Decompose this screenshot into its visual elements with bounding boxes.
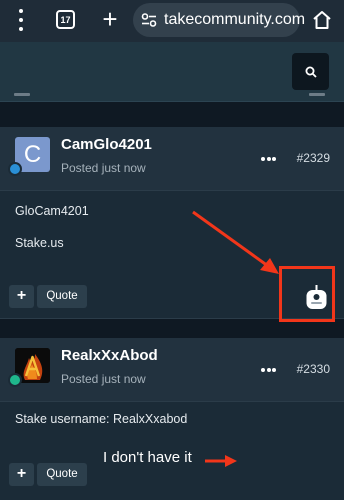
arrow-diagonal <box>192 210 269 268</box>
arrow-horizontal-head <box>225 455 237 467</box>
annotation-arrows <box>192 210 279 467</box>
annotation-note: I don't have it <box>103 449 192 466</box>
arrow-diagonal-head <box>260 258 279 274</box>
robot-icon[interactable] <box>305 285 328 310</box>
